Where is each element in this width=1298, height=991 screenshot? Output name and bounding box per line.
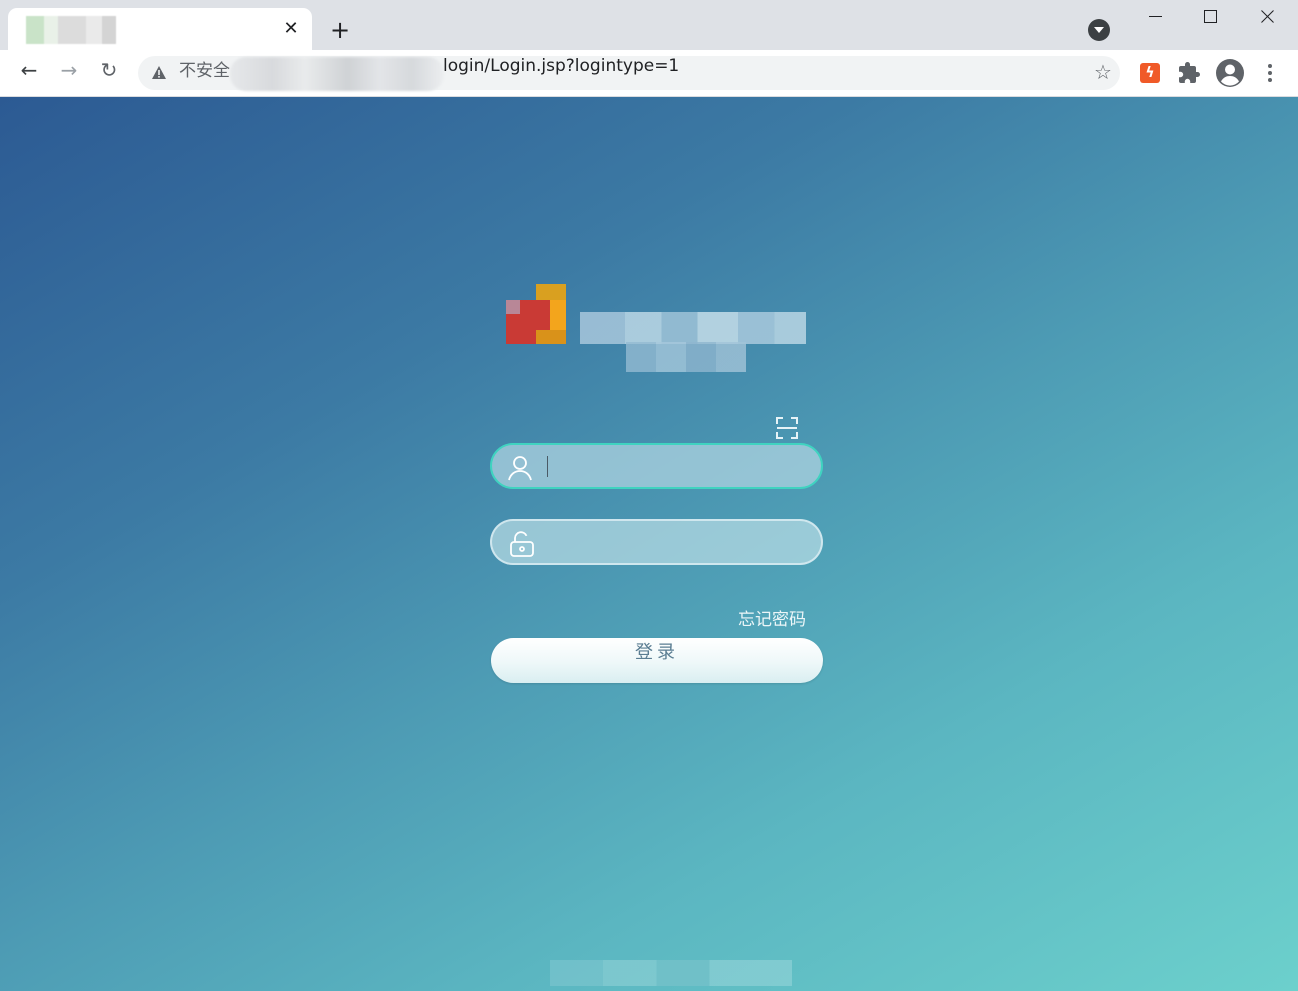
password-field[interactable] xyxy=(490,519,823,565)
minimize-icon[interactable] xyxy=(1136,4,1176,30)
browser-tab[interactable]: ✕ xyxy=(8,8,312,50)
qr-scan-icon[interactable] xyxy=(776,417,798,439)
unlock-icon xyxy=(510,531,534,557)
browser-toolbar: ← → ↻ 不安全 login/Login.jsp?logintype=1 ☆ … xyxy=(0,50,1298,97)
url-text[interactable]: login/Login.jsp?logintype=1 xyxy=(443,56,679,90)
user-icon xyxy=(508,456,532,481)
warning-icon[interactable] xyxy=(152,66,166,79)
tab-close-icon[interactable]: ✕ xyxy=(280,18,302,40)
new-tab-button[interactable]: + xyxy=(326,16,354,44)
menu-icon[interactable] xyxy=(1260,62,1280,84)
logo-text-redacted xyxy=(580,312,806,344)
company-logo-redacted xyxy=(490,284,808,374)
forward-button[interactable]: → xyxy=(54,58,84,88)
forgot-password-link[interactable]: 忘记密码 xyxy=(738,605,806,630)
tab-search-icon[interactable] xyxy=(1088,19,1110,41)
address-bar[interactable]: 不安全 login/Login.jsp?logintype=1 ☆ xyxy=(138,56,1120,91)
puzzle-icon[interactable] xyxy=(1177,61,1201,85)
reload-button[interactable]: ↻ xyxy=(94,58,124,88)
security-status-label[interactable]: 不安全 xyxy=(179,56,230,90)
url-host-redacted xyxy=(230,57,444,91)
login-page: 忘记密码 登录 xyxy=(0,97,1298,991)
back-button[interactable]: ← xyxy=(14,58,44,88)
tab-title-redacted xyxy=(26,16,116,44)
login-button[interactable]: 登录 xyxy=(491,638,823,683)
close-window-icon[interactable] xyxy=(1248,4,1288,30)
footer-text-redacted xyxy=(550,960,792,986)
extension-icon[interactable]: ϟ xyxy=(1140,63,1160,83)
username-field[interactable] xyxy=(490,443,823,489)
logo-subtext-redacted xyxy=(626,342,746,372)
password-input[interactable] xyxy=(544,527,806,559)
browser-tab-strip: ✕ + xyxy=(0,0,1298,50)
username-input[interactable] xyxy=(544,451,806,483)
bookmark-star-icon[interactable]: ☆ xyxy=(1091,60,1115,84)
maximize-icon[interactable] xyxy=(1192,4,1232,30)
text-caret xyxy=(547,456,548,477)
profile-icon[interactable] xyxy=(1215,58,1245,88)
logo-mark xyxy=(490,284,582,360)
